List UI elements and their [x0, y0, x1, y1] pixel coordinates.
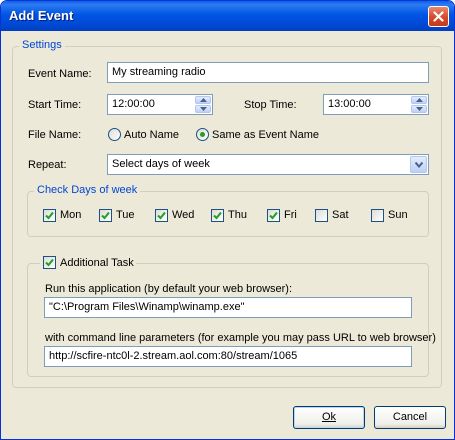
- fri-label: Fri: [284, 209, 297, 221]
- mon-checkbox[interactable]: [43, 209, 56, 222]
- arrow-down-icon: [416, 107, 423, 111]
- title-bar[interactable]: Add Event: [1, 1, 454, 31]
- stop-time-label: Stop Time:: [244, 99, 297, 111]
- settings-legend: Settings: [19, 39, 65, 51]
- close-x-icon: [433, 11, 444, 22]
- additional-task-checkbox[interactable]: [43, 256, 56, 269]
- start-time-up-button[interactable]: [195, 96, 211, 104]
- thu-label: Thu: [228, 209, 247, 221]
- stop-time-value: 13:00:00: [328, 98, 371, 110]
- auto-name-label[interactable]: Auto Name: [124, 129, 179, 141]
- repeat-select[interactable]: Select days of week: [107, 154, 429, 175]
- days-of-week-legend: Check Days of week: [34, 184, 141, 196]
- fri-checkbox[interactable]: [267, 209, 280, 222]
- cancel-button[interactable]: Cancel: [374, 406, 446, 429]
- cancel-label: Cancel: [392, 411, 428, 423]
- sun-label: Sun: [388, 209, 408, 221]
- arrow-up-icon: [200, 98, 207, 102]
- auto-name-radio[interactable]: [108, 128, 121, 141]
- repeat-label: Repeat:: [28, 159, 67, 171]
- check-icon: [213, 211, 222, 220]
- repeat-dropdown-button[interactable]: [410, 156, 427, 173]
- command-params-input[interactable]: http://scfire-ntc0l-2.stream.aol.com:80/…: [44, 346, 412, 367]
- check-icon: [157, 211, 166, 220]
- ok-label: Ok: [321, 411, 337, 423]
- command-params-label: with command line parameters (for exampl…: [45, 332, 436, 344]
- start-time-down-button[interactable]: [195, 105, 211, 113]
- stop-time-up-button[interactable]: [411, 96, 427, 104]
- tue-label: Tue: [116, 209, 135, 221]
- ok-button[interactable]: Ok: [293, 406, 365, 429]
- window-title: Add Event: [9, 8, 74, 23]
- same-as-event-name-label[interactable]: Same as Event Name: [212, 129, 319, 141]
- same-as-event-name-radio[interactable]: [196, 128, 209, 141]
- stop-time-spinner[interactable]: 13:00:00: [323, 94, 429, 115]
- wed-checkbox[interactable]: [155, 209, 168, 222]
- mon-label: Mon: [60, 209, 82, 221]
- start-time-value: 12:00:00: [112, 98, 155, 110]
- run-application-label: Run this application (by default your we…: [45, 283, 293, 295]
- file-name-label: File Name:: [28, 129, 82, 141]
- radio-selected-dot: [200, 132, 205, 137]
- check-icon: [45, 211, 54, 220]
- close-button[interactable]: [428, 6, 449, 27]
- check-icon: [45, 258, 54, 267]
- add-event-dialog: Add Event Settings Event Name: My stream…: [0, 0, 455, 440]
- arrow-down-icon: [200, 107, 207, 111]
- start-time-spin-buttons: [195, 96, 211, 113]
- sat-checkbox[interactable]: [315, 209, 328, 222]
- additional-task-label: Additional Task: [60, 257, 134, 269]
- stop-time-down-button[interactable]: [411, 105, 427, 113]
- wed-label: Wed: [172, 209, 195, 221]
- check-icon: [269, 211, 278, 220]
- check-icon: [101, 211, 110, 220]
- repeat-value: Select days of week: [112, 158, 210, 170]
- start-time-spinner[interactable]: 12:00:00: [107, 94, 213, 115]
- application-path-input[interactable]: "C:\Program Files\Winamp\winamp.exe": [44, 297, 412, 318]
- event-name-input[interactable]: My streaming radio: [107, 62, 429, 83]
- sun-checkbox[interactable]: [371, 209, 384, 222]
- stop-time-spin-buttons: [411, 96, 427, 113]
- sat-label: Sat: [332, 209, 349, 221]
- additional-task-header[interactable]: Additional Task: [40, 255, 136, 271]
- arrow-up-icon: [416, 98, 423, 102]
- thu-checkbox[interactable]: [211, 209, 224, 222]
- tue-checkbox[interactable]: [99, 209, 112, 222]
- event-name-label: Event Name:: [28, 68, 92, 80]
- chevron-down-icon: [415, 162, 423, 168]
- start-time-label: Start Time:: [28, 99, 82, 111]
